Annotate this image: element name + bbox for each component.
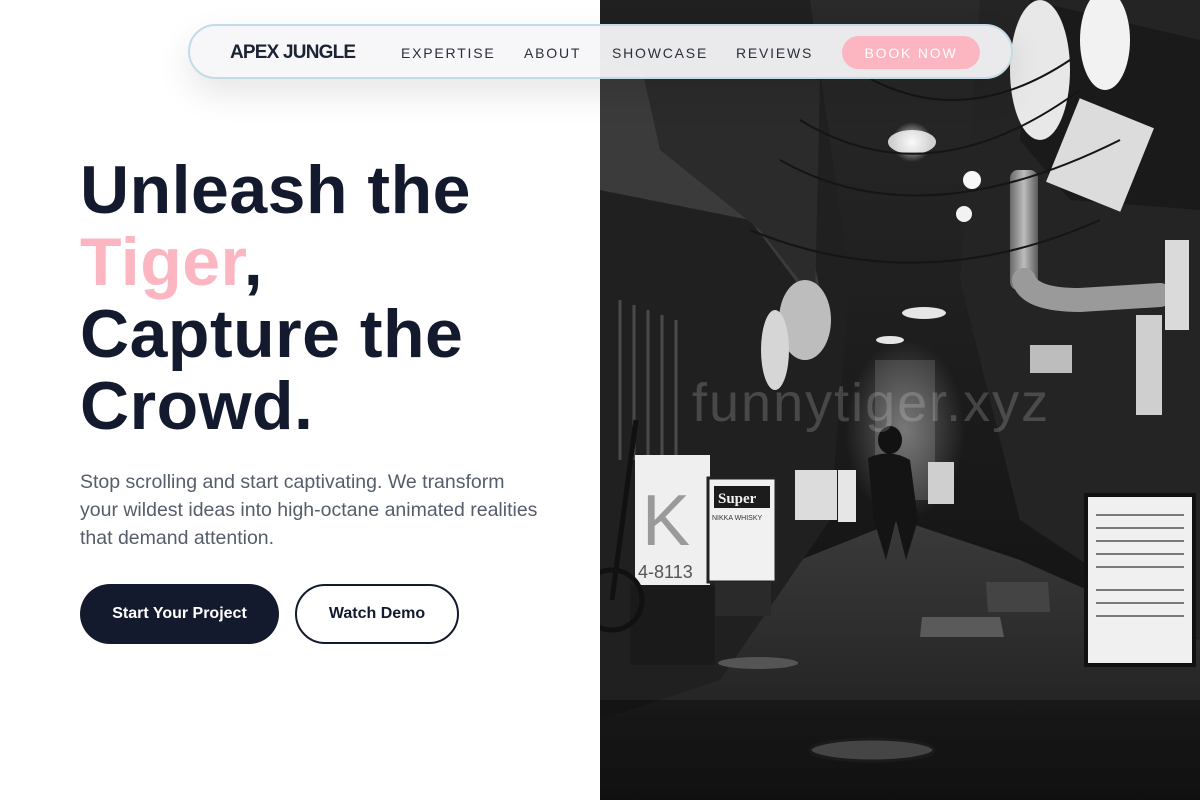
nav-link-about[interactable]: ABOUT <box>524 45 581 61</box>
hero-alley-photo: K 4-8113 Super NIKKA WHISKY funnytiger.x… <box>600 0 1200 800</box>
watermark-text: funnytiger.xyz <box>692 373 1051 433</box>
headline-line-1: Unleash the <box>80 152 471 228</box>
brand-logo[interactable]: APEX JUNGLE <box>230 42 356 64</box>
hero-subtext: Stop scrolling and start captivating. We… <box>80 471 538 549</box>
book-now-button[interactable]: BOOK NOW <box>842 36 980 69</box>
nav-link-reviews[interactable]: REVIEWS <box>736 45 813 61</box>
hero-headline: Unleash the Tiger, Capture the Crowd. <box>80 154 471 442</box>
headline-line-3: Capture the <box>80 296 464 372</box>
start-project-button[interactable]: Start Your Project <box>80 584 279 644</box>
nav-link-showcase[interactable]: SHOWCASE <box>612 45 708 61</box>
nav-link-expertise[interactable]: EXPERTISE <box>401 45 496 61</box>
super-sign-text: Super <box>718 491 757 507</box>
watch-demo-button[interactable]: Watch Demo <box>295 584 459 644</box>
super-sign-subtext: NIKKA WHISKY <box>712 515 763 522</box>
headline-line-4: Crowd. <box>80 368 314 444</box>
top-navbar: APEX JUNGLE EXPERTISE ABOUT SHOWCASE REV… <box>188 24 1013 79</box>
k-sign-letter: K <box>642 481 690 561</box>
phone-sign-text: 4-8113 <box>638 562 693 582</box>
headline-comma: , <box>243 224 264 300</box>
headline-accent-word: Tiger <box>80 224 244 300</box>
